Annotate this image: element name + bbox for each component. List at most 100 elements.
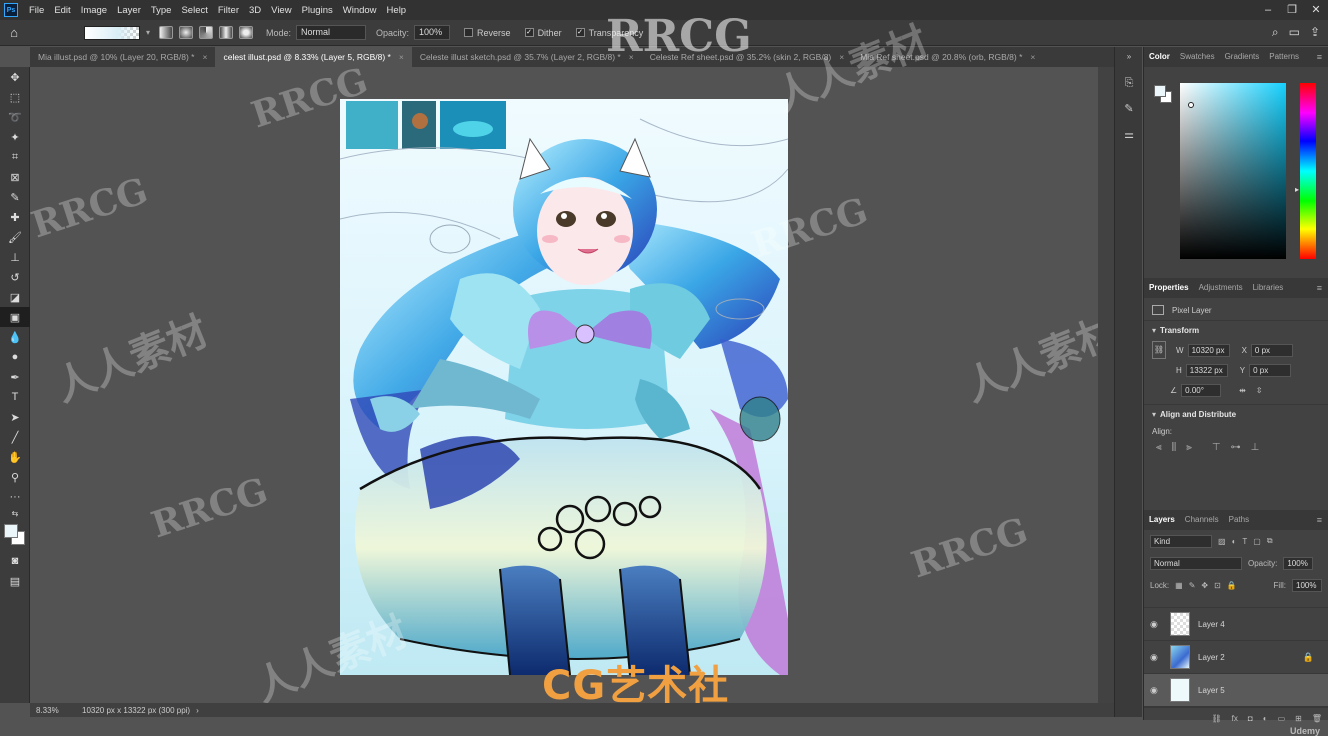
close-icon[interactable]: ×	[399, 47, 404, 67]
menu-help[interactable]: Help	[382, 5, 412, 16]
panel-menu-icon[interactable]: ≡	[1317, 510, 1322, 530]
fill-field[interactable]: 100%	[1292, 578, 1322, 592]
filter-smart-object-icon[interactable]: ⧉	[1267, 536, 1273, 546]
adjustments-icon[interactable]: ⚌	[1115, 125, 1143, 145]
tab-libraries[interactable]: Libraries	[1248, 278, 1289, 298]
filter-shape-icon[interactable]: ▢	[1253, 537, 1261, 546]
eye-icon[interactable]: ◉	[1150, 652, 1164, 663]
swap-colors-icon[interactable]: ⇆	[0, 507, 30, 519]
brush-tool-icon[interactable]: 🖌	[0, 227, 30, 247]
mode-select[interactable]: Normal	[296, 25, 367, 40]
pen-tool-icon[interactable]: ✒	[0, 367, 30, 387]
menu-select[interactable]: Select	[176, 5, 212, 16]
link-layers-icon[interactable]: ⛓	[1212, 714, 1222, 723]
align-top-icon[interactable]: ⊤	[1212, 442, 1221, 453]
layer-row-selected[interactable]: ◉ Layer 5	[1144, 674, 1328, 707]
eye-icon[interactable]: ◉	[1150, 619, 1164, 630]
adjustment-layer-icon[interactable]: ◐	[1263, 714, 1268, 723]
angle-field[interactable]: 0.00°	[1181, 383, 1222, 397]
close-icon[interactable]: ×	[629, 47, 634, 67]
chevron-right-icon[interactable]: ›	[196, 706, 199, 715]
flip-vertical-icon[interactable]: ⇳	[1256, 386, 1263, 395]
tab-channels[interactable]: Channels	[1180, 510, 1224, 530]
blur-tool-icon[interactable]: 💧	[0, 327, 30, 347]
menu-3d[interactable]: 3D	[244, 5, 266, 16]
photoshop-logo-icon[interactable]: Ps	[4, 3, 18, 17]
fx-icon[interactable]: fx	[1232, 714, 1238, 723]
menu-plugins[interactable]: Plugins	[297, 5, 338, 16]
eyedropper-tool-icon[interactable]: ✎	[0, 187, 30, 207]
lock-pixels-icon[interactable]: ✎	[1189, 581, 1196, 590]
hue-marker-icon[interactable]: ▸	[1295, 185, 1299, 194]
height-field[interactable]: 13322 px	[1185, 363, 1228, 377]
angle-gradient-button[interactable]	[199, 26, 214, 39]
x-field[interactable]: 0 px	[1250, 343, 1293, 357]
move-tool-icon[interactable]: ✥	[0, 67, 30, 87]
quick-mask-icon[interactable]: ◙	[0, 551, 30, 571]
foreground-color-swatch[interactable]	[4, 524, 18, 538]
crop-tool-icon[interactable]: ⌗	[0, 147, 30, 167]
align-center-h-icon[interactable]: ⫼	[1172, 442, 1177, 453]
filter-adjustment-icon[interactable]: ◐	[1232, 537, 1237, 546]
canvas-area[interactable]: RRCG RRCG RRCG RRCG RRCG RRCG 人人素材 人人素材 …	[26, 11, 1124, 711]
gradient-picker[interactable]	[84, 25, 140, 40]
menu-file[interactable]: File	[24, 5, 49, 16]
tab-properties[interactable]: Properties	[1144, 278, 1194, 298]
workspace-icon[interactable]: ▭	[1289, 25, 1300, 40]
blend-mode-select[interactable]: Normal	[1150, 556, 1242, 570]
color-field[interactable]	[1180, 83, 1286, 259]
marquee-tool-icon[interactable]: ⬚	[0, 87, 30, 107]
transparency-checkbox[interactable]: ✓ Transparency	[575, 28, 643, 38]
document-tab[interactable]: Celeste illust sketch.psd @ 35.7% (Layer…	[412, 47, 642, 67]
link-icon[interactable]: ⛓	[1152, 341, 1166, 359]
clone-stamp-tool-icon[interactable]: ⊥	[0, 247, 30, 267]
history-brush-tool-icon[interactable]: ↺	[0, 267, 30, 287]
close-icon[interactable]: ×	[1030, 47, 1035, 67]
new-group-icon[interactable]: ▭	[1278, 714, 1286, 723]
lock-transparent-icon[interactable]: ▦	[1175, 581, 1183, 590]
reverse-checkbox[interactable]: Reverse	[464, 28, 511, 38]
line-tool-icon[interactable]: ╱	[0, 427, 30, 447]
eye-icon[interactable]: ◉	[1150, 685, 1164, 696]
minimize-icon[interactable]: –	[1256, 0, 1280, 20]
document-tab[interactable]: Mia illust.psd @ 10% (Layer 20, RGB/8) *…	[30, 47, 215, 67]
close-icon[interactable]: ✕	[1304, 0, 1328, 20]
document-tab-active[interactable]: celest illust.psd @ 8.33% (Layer 5, RGB/…	[215, 47, 412, 67]
align-right-icon[interactable]: ⫸	[1186, 442, 1192, 453]
chevron-down-icon[interactable]: ▾	[146, 28, 150, 37]
path-selection-tool-icon[interactable]: ➤	[0, 407, 30, 427]
layer-filter-kind[interactable]: Kind	[1150, 534, 1212, 548]
more-tools-icon[interactable]: ···	[0, 487, 30, 507]
lock-artboard-icon[interactable]: ⊡	[1214, 581, 1221, 590]
align-bottom-icon[interactable]: ⊥	[1251, 442, 1260, 453]
filter-type-icon[interactable]: T	[1242, 537, 1247, 546]
tab-gradients[interactable]: Gradients	[1220, 47, 1265, 67]
layer-name[interactable]: Layer 5	[1198, 686, 1225, 695]
collapse-icon[interactable]: »	[1115, 47, 1143, 67]
layer-opacity-field[interactable]: 100%	[1283, 556, 1314, 570]
foreground-color-swatch[interactable]	[1154, 85, 1166, 97]
document-tab[interactable]: Mia Ref sheet.psd @ 20.8% (orb, RGB/8) *…	[852, 47, 1043, 67]
tab-patterns[interactable]: Patterns	[1264, 47, 1304, 67]
menu-type[interactable]: Type	[146, 5, 177, 16]
menu-filter[interactable]: Filter	[213, 5, 244, 16]
eraser-tool-icon[interactable]: ◪	[0, 287, 30, 307]
align-middle-icon[interactable]: ⊶	[1231, 442, 1241, 453]
diamond-gradient-button[interactable]	[239, 26, 254, 39]
close-icon[interactable]: ×	[203, 47, 208, 67]
reflected-gradient-button[interactable]	[219, 26, 234, 39]
magic-wand-tool-icon[interactable]: ✦	[0, 127, 30, 147]
panel-menu-icon[interactable]: ≡	[1317, 278, 1322, 298]
gradient-tool-icon[interactable]: ▣	[0, 307, 30, 327]
linear-gradient-button[interactable]	[159, 26, 174, 39]
panel-menu-icon[interactable]: ≡	[1317, 47, 1322, 67]
y-field[interactable]: 0 px	[1249, 363, 1292, 377]
document-tab[interactable]: Celeste Ref sheet.psd @ 35.2% (skin 2, R…	[642, 47, 853, 67]
delete-layer-icon[interactable]: 🗑	[1312, 714, 1322, 723]
color-swatches[interactable]	[0, 519, 30, 551]
chevron-down-icon[interactable]: ▾	[1152, 326, 1156, 335]
home-icon[interactable]: ⌂	[0, 25, 28, 40]
new-layer-icon[interactable]: ⊞	[1295, 714, 1302, 723]
width-field[interactable]: 10320 px	[1187, 343, 1230, 357]
restore-icon[interactable]: ❐	[1280, 0, 1304, 20]
